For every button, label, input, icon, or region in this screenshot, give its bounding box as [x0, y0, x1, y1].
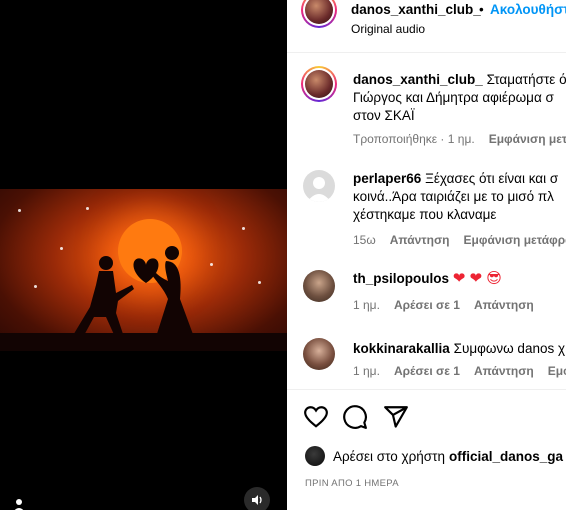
person-icon: [307, 177, 331, 202]
likes-count[interactable]: Αρέσει σε 1: [394, 298, 460, 312]
reply-button[interactable]: Απάντηση: [474, 364, 534, 378]
caption-username[interactable]: danos_xanthi_club_: [353, 72, 483, 87]
comment-username[interactable]: kokkinarakallia: [353, 341, 450, 356]
default-avatar[interactable]: [303, 170, 335, 202]
comment-text: th_psilopoulos ❤ ❤ 😎: [353, 270, 566, 288]
post-actions: Αρέσει στο χρήστη official_danos_ga ΠΡΙΝ…: [287, 389, 566, 510]
post-author-username[interactable]: danos_xanthi_club_: [351, 2, 481, 17]
comment-icon[interactable]: [342, 404, 368, 430]
post-author-avatar[interactable]: [301, 0, 337, 28]
comment-text: perlaper66 Ξέχασες ότι είναι και σ κοινά…: [353, 171, 559, 222]
edited-label: Τροποποιήθηκε · 1 ημ.: [353, 132, 475, 146]
caption-meta: Τροποποιήθηκε · 1 ημ. Εμφάνιση μετά: [353, 132, 566, 146]
comment-meta: 1 ημ. Αρέσει σε 1 Απάντηση Εμφάν: [353, 364, 566, 378]
comment-username[interactable]: th_psilopoulos: [353, 271, 449, 286]
likes-count[interactable]: Αρέσει σε 1: [394, 364, 460, 378]
comment-meta: 1 ημ. Αρέσει σε 1 Απάντηση: [353, 298, 548, 312]
comment-time[interactable]: 1 ημ.: [353, 364, 380, 378]
comment-meta: 15ω Απάντηση Εμφάνιση μετάφρασ: [353, 233, 566, 247]
silhouette-couple: [72, 246, 194, 339]
comment-text: kokkinarakallia Συμφωνω danos χ: [353, 341, 566, 356]
caption-avatar[interactable]: [301, 66, 337, 102]
liked-by-prefix: Αρέσει στο χρήστη: [333, 448, 445, 464]
caption-text: danos_xanthi_club_ Σταματήστε ό Γιώργος …: [353, 72, 566, 123]
see-translation-link[interactable]: Εμφάνιση μετάφρασ: [464, 233, 566, 247]
emoji-reaction: ❤ ❤ 😎: [452, 270, 502, 287]
commenter-avatar[interactable]: [303, 270, 335, 302]
liker-avatar[interactable]: [305, 446, 325, 466]
user-tag-icon[interactable]: [12, 498, 26, 510]
video-frame: [0, 189, 287, 351]
post-details: danos_xanthi_club_ • Ακολουθήστε Origina…: [287, 0, 566, 510]
see-translation-link[interactable]: Εμφάν: [548, 364, 566, 378]
reply-button[interactable]: Απάντηση: [390, 233, 450, 247]
follow-button[interactable]: Ακολουθήστε: [490, 2, 566, 17]
comment-username[interactable]: perlaper66: [353, 171, 421, 186]
ground: [0, 333, 287, 351]
share-icon[interactable]: [383, 404, 409, 430]
speaker-icon: [252, 495, 262, 505]
audio-label[interactable]: Original audio: [351, 22, 425, 36]
post-header: danos_xanthi_club_ • Ακολουθήστε Origina…: [287, 0, 566, 53]
comment-time[interactable]: 15ω: [353, 233, 376, 247]
video-player[interactable]: [0, 0, 287, 510]
see-translation-link[interactable]: Εμφάνιση μετά: [489, 132, 566, 146]
header-separator: •: [479, 2, 484, 17]
heart-icon[interactable]: [303, 404, 329, 430]
reply-button[interactable]: Απάντηση: [474, 298, 534, 312]
liked-by-username[interactable]: official_danos_ga: [449, 449, 563, 464]
comment-time[interactable]: 1 ημ.: [353, 298, 380, 312]
mute-button[interactable]: [244, 487, 270, 510]
post-date[interactable]: ΠΡΙΝ ΑΠΟ 1 ΗΜΕΡΑ: [305, 478, 399, 489]
liked-by: Αρέσει στο χρήστη official_danos_ga: [305, 446, 563, 466]
commenter-avatar[interactable]: [303, 338, 335, 370]
